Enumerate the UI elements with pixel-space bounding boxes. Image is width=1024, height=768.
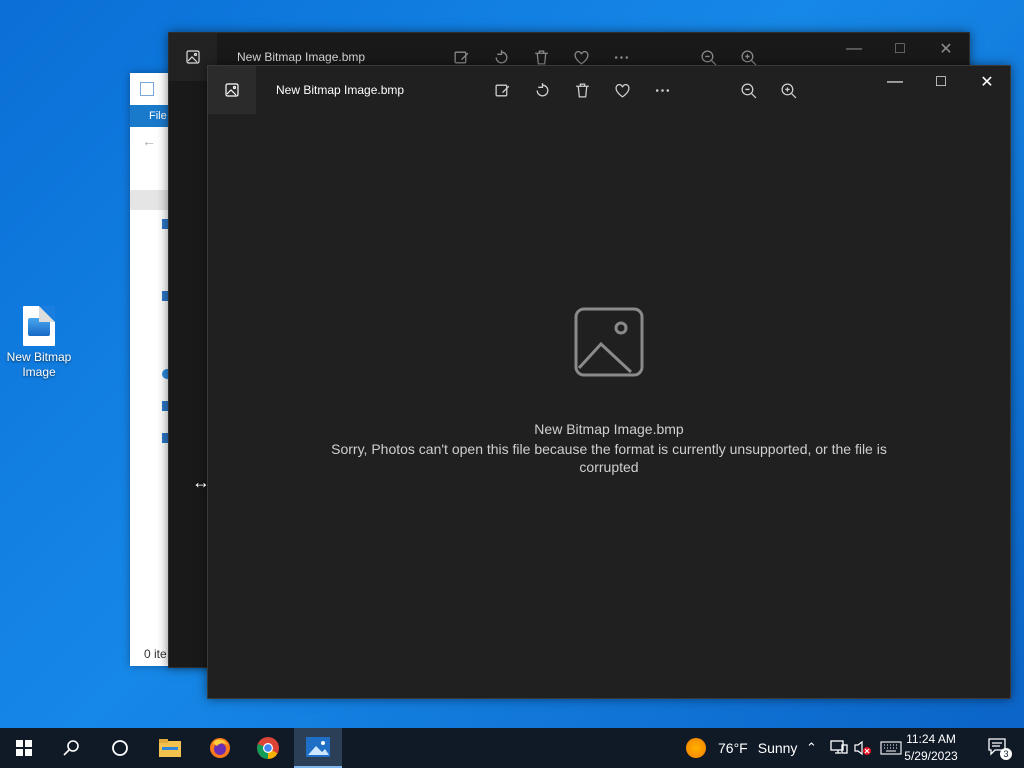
- explorer-status-text: 0 ite: [144, 647, 167, 661]
- more-icon[interactable]: [652, 80, 672, 100]
- notification-badge: 3: [1000, 748, 1012, 760]
- photos-front-titlebar[interactable]: New Bitmap Image.bmp — □ ✕: [208, 66, 1010, 114]
- file-explorer-icon: [159, 739, 181, 757]
- clock[interactable]: 11:24 AM 5/29/2023: [896, 731, 966, 765]
- firefox-taskbar-button[interactable]: [196, 728, 244, 768]
- rotate-icon[interactable]: [532, 80, 552, 100]
- file-explorer-taskbar-button[interactable]: [146, 728, 194, 768]
- zoom-in-icon[interactable]: [738, 47, 758, 67]
- network-icon: [830, 740, 848, 754]
- edit-icon[interactable]: [451, 47, 471, 67]
- explorer-app-icon: [140, 82, 154, 96]
- search-button[interactable]: [48, 728, 96, 768]
- maximize-icon[interactable]: □: [918, 66, 964, 98]
- network-button[interactable]: [830, 728, 848, 768]
- more-icon[interactable]: [611, 47, 631, 67]
- edit-icon[interactable]: [492, 80, 512, 100]
- rotate-icon[interactable]: [491, 47, 511, 67]
- weather-temp: 76°F: [718, 740, 748, 756]
- volume-muted-icon: [854, 740, 871, 756]
- chrome-taskbar-button[interactable]: [244, 728, 292, 768]
- start-button[interactable]: [0, 728, 48, 768]
- delete-icon[interactable]: [531, 47, 551, 67]
- delete-icon[interactable]: [572, 80, 592, 100]
- heart-icon[interactable]: [612, 80, 632, 100]
- zoom-out-icon[interactable]: [738, 80, 758, 100]
- show-hidden-icons-button[interactable]: ⌃: [806, 728, 817, 768]
- back-arrow-icon[interactable]: ←: [142, 133, 156, 149]
- photos-front-filename: New Bitmap Image.bmp: [276, 83, 405, 97]
- search-icon: [63, 740, 79, 756]
- bitmap-file-icon: [23, 306, 55, 346]
- windows-logo-icon: [16, 740, 32, 756]
- photos-app-icon: [208, 66, 256, 114]
- action-center-button[interactable]: 3: [988, 738, 1012, 760]
- close-icon[interactable]: ✕: [923, 33, 969, 65]
- broken-image-icon: [573, 306, 645, 378]
- photos-icon: [306, 737, 330, 757]
- heart-icon[interactable]: [571, 47, 591, 67]
- desktop-icon-label: New Bitmap Image: [6, 350, 72, 379]
- desktop-icon-bitmap[interactable]: New Bitmap Image: [4, 306, 74, 380]
- taskbar: 76°F Sunny ⌃ 11:24 AM 5/29/2023 3: [0, 728, 1024, 768]
- chrome-icon: [257, 737, 279, 759]
- photos-back-filename: New Bitmap Image.bmp: [237, 50, 366, 64]
- clock-date: 5/29/2023: [904, 749, 958, 763]
- error-panel: New Bitmap Image.bmp Sorry, Photos can't…: [208, 306, 1010, 476]
- firefox-icon: [210, 738, 230, 758]
- maximize-icon[interactable]: □: [877, 33, 923, 65]
- photos-taskbar-button[interactable]: [294, 728, 342, 768]
- volume-button[interactable]: [854, 728, 872, 768]
- clock-time: 11:24 AM: [906, 732, 956, 746]
- cortana-button[interactable]: [96, 728, 144, 768]
- minimize-icon[interactable]: —: [872, 66, 918, 98]
- error-title: New Bitmap Image.bmp: [534, 421, 684, 437]
- close-icon[interactable]: ✕: [964, 66, 1010, 98]
- chevron-up-icon: ⌃: [806, 740, 817, 755]
- minimize-icon[interactable]: —: [831, 33, 877, 65]
- weather-condition: Sunny: [757, 740, 798, 756]
- photos-window-front[interactable]: New Bitmap Image.bmp — □ ✕ New Bitmap Im…: [207, 65, 1011, 699]
- zoom-in-icon[interactable]: [778, 80, 798, 100]
- error-message: Sorry, Photos can't open this file becau…: [331, 441, 887, 475]
- cortana-icon: [112, 740, 128, 756]
- weather-sun-icon: [686, 738, 706, 758]
- resize-cursor-icon: ↔: [192, 472, 210, 492]
- weather-widget[interactable]: 76°F Sunny: [686, 728, 797, 768]
- zoom-out-icon[interactable]: [698, 47, 718, 67]
